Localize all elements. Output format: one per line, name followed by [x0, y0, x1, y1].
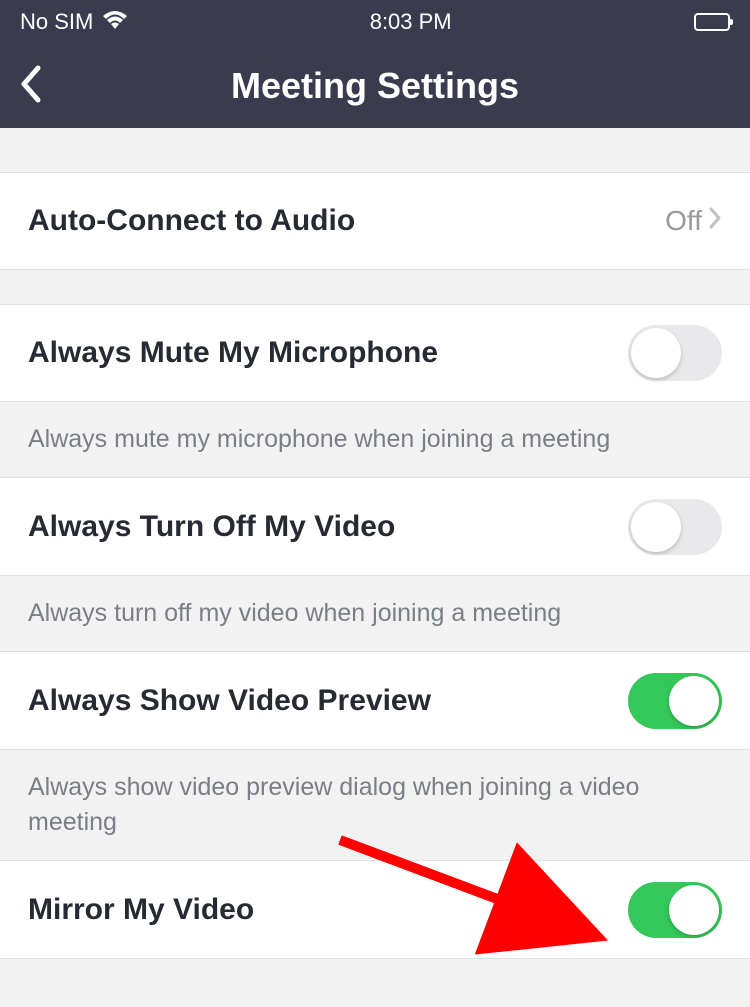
- wifi-icon: [103, 9, 127, 35]
- setting-auto-connect-audio[interactable]: Auto-Connect to Audio Off: [0, 172, 750, 270]
- toggle-mirror-video[interactable]: [628, 882, 722, 938]
- sim-status: No SIM: [20, 9, 93, 35]
- status-bar: No SIM 8:03 PM: [0, 0, 750, 44]
- page-title: Meeting Settings: [0, 65, 750, 107]
- setting-description: Always turn off my video when joining a …: [0, 576, 750, 652]
- back-button[interactable]: [18, 64, 42, 109]
- spacer: [0, 270, 750, 304]
- setting-description: Always show video preview dialog when jo…: [0, 750, 750, 861]
- toggle-always-mute-mic[interactable]: [628, 325, 722, 381]
- setting-always-off-video: Always Turn Off My Video: [0, 478, 750, 576]
- chevron-right-icon: [708, 205, 722, 237]
- setting-label: Auto-Connect to Audio: [28, 204, 355, 238]
- setting-label: Always Show Video Preview: [28, 684, 431, 718]
- spacer: [0, 128, 750, 172]
- setting-always-show-preview: Always Show Video Preview: [0, 652, 750, 750]
- setting-value: Off: [665, 205, 702, 237]
- nav-bar: Meeting Settings: [0, 44, 750, 128]
- toggle-always-off-video[interactable]: [628, 499, 722, 555]
- setting-label: Always Mute My Microphone: [28, 336, 438, 370]
- setting-label: Always Turn Off My Video: [28, 510, 395, 544]
- setting-mirror-video: Mirror My Video: [0, 861, 750, 959]
- toggle-always-show-preview[interactable]: [628, 673, 722, 729]
- battery-icon: [694, 13, 730, 31]
- setting-description: Always mute my microphone when joining a…: [0, 402, 750, 478]
- status-time: 8:03 PM: [127, 9, 694, 35]
- setting-label: Mirror My Video: [28, 893, 254, 927]
- setting-always-mute-mic: Always Mute My Microphone: [0, 304, 750, 402]
